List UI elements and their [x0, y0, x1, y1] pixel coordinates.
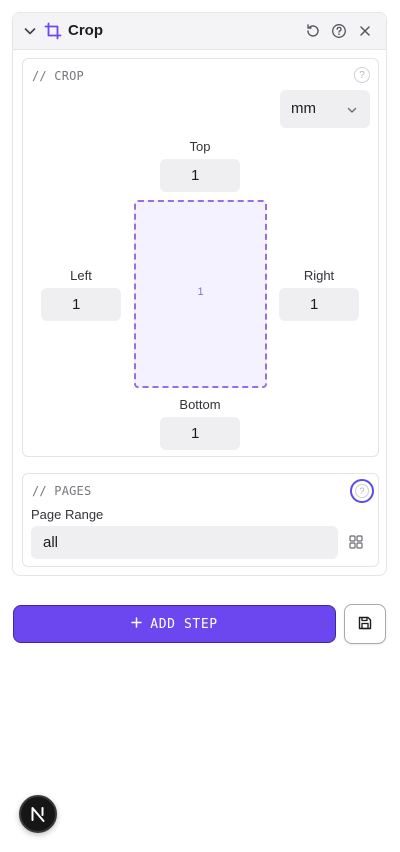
plus-icon — [131, 616, 143, 632]
reset-icon[interactable] — [304, 22, 322, 40]
top-label: Top — [189, 139, 211, 154]
bottom-input[interactable]: 1 — [160, 417, 240, 450]
save-button[interactable] — [344, 604, 386, 644]
add-step-button[interactable]: ADD STEP — [13, 605, 336, 643]
left-input[interactable]: 1 — [41, 288, 121, 321]
preview-page-number: 1 — [197, 286, 204, 298]
page-range-label: Page Range — [31, 507, 104, 522]
crop-help-icon[interactable]: ? — [354, 67, 370, 83]
top-input[interactable]: 1 — [160, 159, 240, 192]
unit-select[interactable]: mm — [280, 90, 370, 128]
step-title: Crop — [68, 22, 103, 39]
crop-preview-page: 1 — [134, 200, 267, 388]
bottom-label: Bottom — [179, 397, 221, 412]
crop-step-card: Crop // CROP ? mm Top 1 Left 1 1 Right 1 — [12, 12, 387, 576]
left-label: Left — [70, 268, 92, 283]
pages-section-label: // PAGES — [32, 484, 92, 498]
pages-help-icon[interactable]: ? — [350, 479, 374, 503]
chevron-down-icon[interactable] — [23, 24, 37, 43]
help-icon[interactable] — [330, 22, 348, 40]
page-range-input[interactable]: all — [31, 526, 338, 559]
pages-section: // PAGES ? Page Range all — [22, 473, 379, 567]
framework-badge-icon[interactable] — [19, 795, 57, 833]
crop-icon — [44, 22, 62, 45]
right-label: Right — [303, 268, 335, 283]
crop-section-label: // CROP — [32, 69, 84, 83]
close-icon[interactable] — [356, 22, 374, 40]
card-header: Crop — [13, 13, 386, 50]
crop-section: // CROP ? mm Top 1 Left 1 1 Right 1 Bott… — [22, 58, 379, 457]
right-input[interactable]: 1 — [279, 288, 359, 321]
unit-value: mm — [291, 100, 316, 117]
add-step-label: ADD STEP — [150, 616, 218, 632]
chevron-down-icon — [346, 103, 358, 121]
grid-icon[interactable] — [349, 535, 363, 554]
save-icon — [357, 615, 373, 634]
